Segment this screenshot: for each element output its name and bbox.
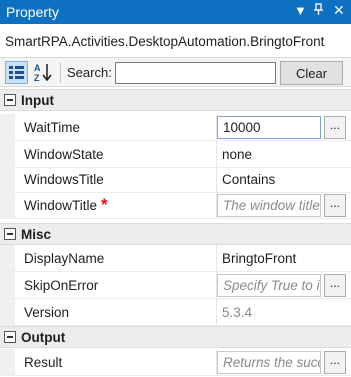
column-divider	[216, 299, 217, 325]
windowstitle-value[interactable]: Contains	[222, 172, 275, 187]
property-row-result: Result Returns the success flag ...	[0, 349, 351, 376]
property-row-version: Version 5.3.4	[0, 299, 351, 326]
activity-name: SmartRPA.Activities.DesktopAutomation.Br…	[5, 34, 325, 49]
skiponerror-input[interactable]: Specify True to ignore errors	[217, 274, 321, 297]
category-output: Output	[0, 326, 351, 348]
row-gutter	[0, 245, 15, 271]
property-row-displayname: DisplayName BringtoFront	[0, 245, 351, 272]
row-gutter	[0, 114, 15, 140]
property-name: SkipOnError	[24, 278, 99, 293]
categorized-icon[interactable]	[5, 61, 28, 84]
toolbar-separator	[60, 63, 61, 83]
row-gutter	[0, 349, 15, 375]
windowstate-value[interactable]: none	[222, 147, 252, 162]
svg-text:Z: Z	[34, 73, 40, 83]
version-value: 5.3.4	[222, 305, 253, 320]
property-name: WindowState	[24, 147, 104, 162]
waittime-input[interactable]: 10000	[217, 116, 321, 139]
row-gutter	[0, 141, 15, 167]
property-name: WindowsTitle	[24, 172, 104, 187]
column-divider	[216, 141, 217, 167]
row-gutter	[0, 299, 15, 325]
clear-button[interactable]: Clear	[280, 61, 343, 85]
result-ellipsis-button[interactable]: ...	[324, 351, 346, 374]
category-misc: Misc	[0, 223, 351, 245]
property-row-windowtitle: WindowTitle * The window title ...	[0, 192, 351, 219]
property-row-waittime: WaitTime 10000 ...	[0, 114, 351, 141]
column-divider	[216, 245, 217, 271]
windowtitle-ellipsis-button[interactable]: ...	[324, 194, 346, 217]
title-bar: Property ▼ ✕	[0, 0, 351, 24]
row-gutter	[0, 192, 15, 218]
property-row-windowstate: WindowState none	[0, 141, 351, 168]
windowtitle-input[interactable]: The window title	[217, 194, 321, 217]
property-name-text: WindowTitle	[24, 198, 98, 213]
waittime-ellipsis-button[interactable]: ...	[324, 116, 346, 139]
row-gutter	[0, 166, 15, 192]
svg-text:A: A	[34, 63, 41, 73]
close-icon[interactable]: ✕	[333, 2, 345, 19]
sort-az-icon[interactable]: A Z	[32, 61, 55, 84]
required-marker: *	[101, 195, 108, 214]
property-name: Version	[24, 305, 70, 320]
displayname-value[interactable]: BringtoFront	[222, 251, 296, 266]
category-label: Input	[21, 93, 54, 108]
property-name: DisplayName	[24, 251, 105, 266]
category-label: Misc	[21, 227, 52, 242]
column-divider	[216, 166, 217, 192]
search-label: Search:	[67, 65, 112, 80]
category-input: Input	[0, 89, 351, 111]
property-row-skiponerror: SkipOnError Specify True to ignore error…	[0, 272, 351, 299]
property-name: Result	[24, 355, 63, 370]
collapse-icon[interactable]	[4, 228, 16, 240]
result-input[interactable]: Returns the success flag	[217, 351, 321, 374]
property-name: WindowTitle *	[24, 195, 108, 214]
pin-icon[interactable]	[313, 3, 324, 19]
category-label: Output	[21, 330, 66, 345]
panel-title: Property	[6, 4, 59, 20]
collapse-icon[interactable]	[4, 94, 16, 106]
property-row-windowstitle: WindowsTitle Contains	[0, 166, 351, 193]
collapse-icon[interactable]	[4, 331, 16, 343]
search-input[interactable]	[115, 62, 276, 84]
skiponerror-ellipsis-button[interactable]: ...	[324, 274, 346, 297]
row-gutter	[0, 272, 15, 298]
dropdown-icon[interactable]: ▼	[294, 3, 307, 18]
property-toolbar: A Z Search: Clear	[0, 57, 351, 87]
property-name: WaitTime	[24, 120, 80, 135]
